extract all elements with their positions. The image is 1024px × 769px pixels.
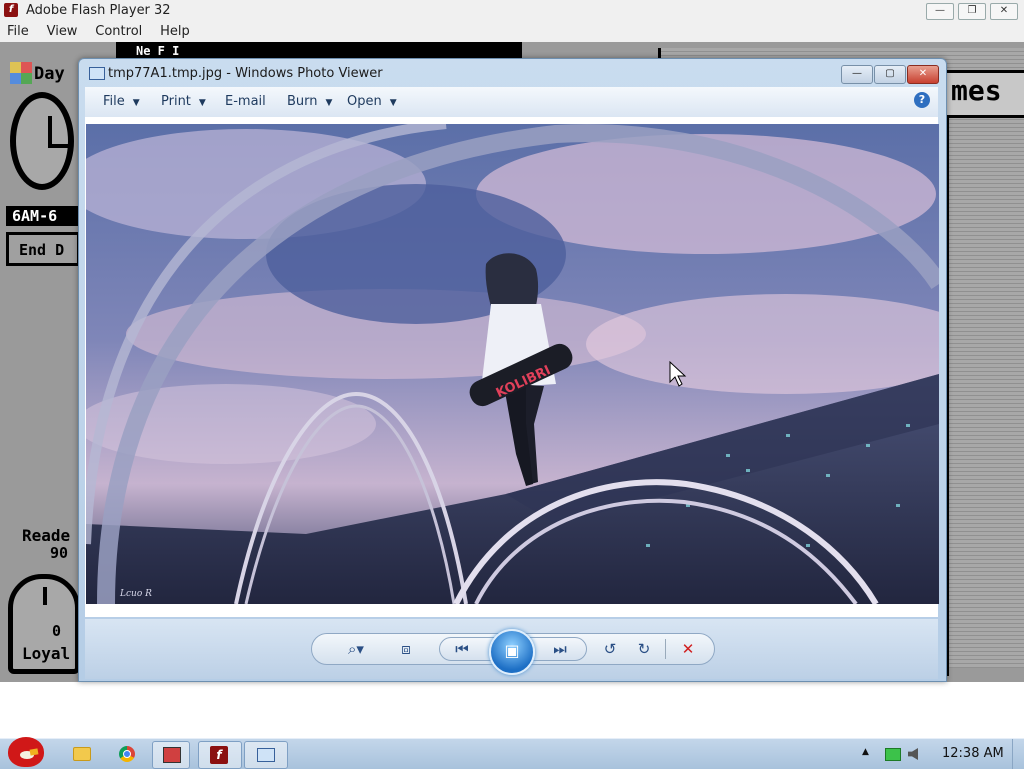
loyalty-value: 0 [52, 622, 62, 640]
divider [665, 639, 666, 659]
flash-close-button[interactable]: ✕ [990, 3, 1018, 20]
toolbar-print-menu[interactable]: Print ▼ [161, 94, 206, 109]
taskbar-photo-viewer[interactable] [244, 741, 288, 769]
start-button[interactable] [4, 731, 48, 769]
taskbar: f ▲ 12:38 AM [0, 737, 1024, 769]
toolbar-file-menu[interactable]: File ▼ [103, 94, 140, 109]
rotate-counterclockwise-icon[interactable]: ↺ [599, 639, 621, 659]
pv-close-button[interactable]: ✕ [907, 65, 939, 84]
photo-viewer-toolbar: File ▼ Print ▼ E-mail Burn ▼ Open ▼ ? [85, 87, 938, 118]
photo-viewer-window: tmp77A1.tmp.jpg - Windows Photo Viewer —… [78, 58, 947, 682]
photo-viewer-icon [257, 748, 275, 762]
day-label: Day [34, 64, 65, 84]
photo-viewer-title: tmp77A1.tmp.jpg - Windows Photo Viewer [108, 66, 383, 81]
flash-menu-control[interactable]: Control [88, 22, 149, 41]
day-clock-icon [10, 92, 74, 190]
actual-size-icon[interactable]: ⧈ [395, 639, 417, 659]
loyalty-label: Loyal [22, 644, 71, 663]
slideshow-button[interactable]: ▣ [489, 629, 535, 675]
flash-menu-bar: File View Control Help [0, 22, 1024, 42]
chrome-icon [119, 746, 135, 762]
delete-icon[interactable]: ✕ [677, 639, 699, 659]
flash-menu-view[interactable]: View [40, 22, 85, 41]
show-hidden-icons-button[interactable]: ▲ [862, 747, 869, 757]
flash-app-icon: f [4, 3, 18, 17]
photo-viewer-controls: ⌕▾ ⧈ ⏮ ▣ ⏭ ↺ ↻ ✕ [85, 619, 938, 679]
game-app-icon [163, 747, 181, 763]
clock[interactable]: 12:38 AM [942, 746, 1004, 761]
show-desktop-button[interactable] [1012, 739, 1024, 769]
chevron-down-icon: ▼ [198, 98, 206, 108]
chevron-down-icon: ▼ [389, 98, 397, 108]
chevron-down-icon: ▼ [132, 98, 140, 108]
game-left-panel: Day 6AM-6 End D Reade 90 0 Loyal [0, 42, 80, 682]
time-range-badge: 6AM-6 [6, 206, 80, 226]
flash-icon: f [210, 746, 228, 764]
photo-viewer-title-bar[interactable]: tmp77A1.tmp.jpg - Windows Photo Viewer —… [79, 59, 946, 87]
flash-menu-help[interactable]: Help [153, 22, 197, 41]
flash-title-bar: f Adobe Flash Player 32 — ❐ ✕ [0, 0, 1024, 23]
help-icon[interactable]: ? [914, 92, 930, 108]
taskbar-explorer[interactable] [64, 741, 98, 767]
volume-icon[interactable] [908, 748, 918, 760]
previous-icon[interactable]: ⏮ [451, 639, 473, 659]
angry-bird-icon [8, 737, 44, 767]
chevron-down-icon: ▼ [325, 98, 333, 108]
anime-city-illustration: KOLIBRI Lcuo R [86, 124, 939, 604]
toolbar-open-menu[interactable]: Open ▼ [347, 94, 397, 109]
end-day-button[interactable]: End D [6, 232, 80, 266]
readers-label: Reade [22, 526, 71, 545]
image-canvas: KOLIBRI Lcuo R [85, 117, 939, 617]
newspaper-header: Ne F I [116, 42, 522, 58]
rotate-clockwise-icon[interactable]: ↻ [633, 639, 655, 659]
pv-maximize-button[interactable]: ▢ [874, 65, 906, 84]
flash-window-title: Adobe Flash Player 32 [26, 3, 171, 18]
toolbar-burn-menu[interactable]: Burn ▼ [287, 94, 332, 109]
taskbar-chrome[interactable] [110, 741, 144, 767]
newspaper-title: mes [951, 74, 1002, 107]
taskbar-app-game[interactable] [152, 741, 190, 769]
zoom-icon[interactable]: ⌕▾ [339, 639, 373, 659]
image-file-icon [89, 67, 105, 80]
pixel-logo-icon [10, 62, 32, 84]
next-icon[interactable]: ⏭ [549, 639, 571, 659]
folder-icon [73, 747, 91, 761]
displayed-photo[interactable]: KOLIBRI Lcuo R [86, 124, 939, 604]
network-icon[interactable] [885, 748, 901, 761]
artist-signature: Lcuo R [119, 589, 152, 599]
flash-menu-file[interactable]: File [0, 22, 36, 41]
flash-restore-button[interactable]: ❐ [958, 3, 986, 20]
pv-minimize-button[interactable]: — [841, 65, 873, 84]
flash-minimize-button[interactable]: — [926, 3, 954, 20]
toolbar-email-button[interactable]: E-mail [225, 94, 266, 109]
taskbar-flash-player[interactable]: f [198, 741, 242, 769]
readers-value: 90 [50, 544, 69, 562]
